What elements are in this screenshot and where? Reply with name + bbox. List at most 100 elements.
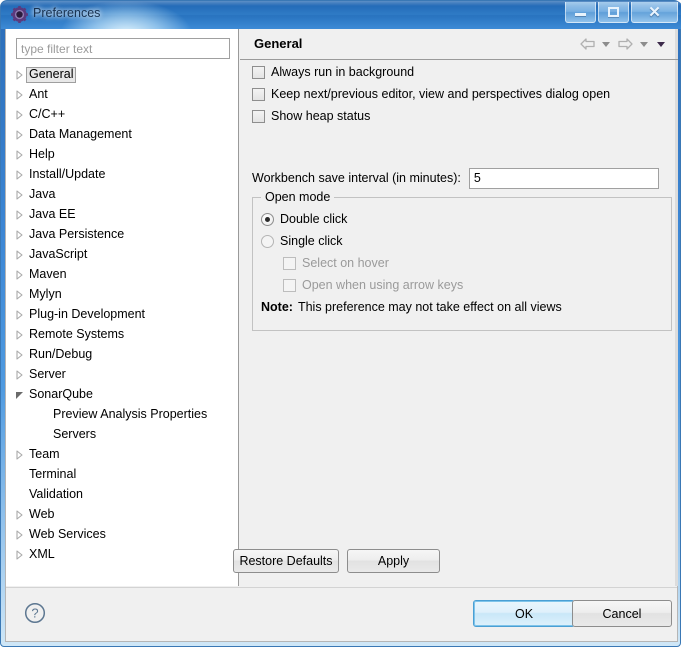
tree-item-label: Help (29, 147, 55, 162)
tree-item-data-management[interactable]: Data Management (6, 125, 238, 145)
svg-text:?: ? (31, 606, 38, 621)
tree-item-xml[interactable]: XML (6, 545, 238, 565)
tree-item-server[interactable]: Server (6, 365, 238, 385)
checkbox-row-2[interactable]: Show heap status (240, 105, 678, 127)
tree-expand-collapsed-icon[interactable] (12, 445, 26, 465)
tree-item-sonarqube[interactable]: SonarQube (6, 385, 238, 405)
checkbox-select-on-hover: Select on hover (253, 252, 671, 274)
tree-expand-collapsed-icon[interactable] (12, 105, 26, 125)
tree-expand-collapsed-icon[interactable] (12, 265, 26, 285)
minimize-icon[interactable] (565, 2, 596, 23)
open-mode-note: Note: This preference may not take effec… (253, 296, 671, 318)
tree-item-label: Web (29, 507, 55, 522)
open-mode-note-prefix: Note: (261, 300, 293, 314)
tree-item-label: Ant (29, 87, 48, 102)
checkbox-label-1: Keep next/previous editor, view and pers… (271, 86, 611, 101)
tree-item-mylyn[interactable]: Mylyn (6, 285, 238, 305)
tree-item-java[interactable]: Java (6, 185, 238, 205)
tree-expand-collapsed-icon[interactable] (12, 345, 26, 365)
tree-item-plug-in-development[interactable]: Plug-in Development (6, 305, 238, 325)
apply-button[interactable]: Apply (347, 549, 440, 573)
tree-item-java-ee[interactable]: Java EE (6, 205, 238, 225)
radio-single-click-indicator[interactable] (261, 234, 274, 248)
tree-item-web[interactable]: Web (6, 505, 238, 525)
tree-expand-collapsed-icon[interactable] (12, 185, 26, 205)
tree-item-java-persistence[interactable]: Java Persistence (6, 225, 238, 245)
tree-item-help[interactable]: Help (6, 145, 238, 165)
tree-expand-collapsed-icon[interactable] (12, 285, 26, 305)
title-bar[interactable]: Preferences ✕ (1, 1, 681, 29)
tree-item-label: Run/Debug (29, 347, 93, 362)
tree-item-ant[interactable]: Ant (6, 85, 238, 105)
tree-expand-collapsed-icon[interactable] (12, 165, 26, 185)
radio-double-click[interactable]: Double click (253, 208, 671, 230)
tree-item-c-c[interactable]: C/C++ (6, 105, 238, 125)
tree-expand-collapsed-icon[interactable] (12, 205, 26, 225)
tree-expand-collapsed-icon[interactable] (12, 85, 26, 105)
tree-item-label: Plug-in Development (29, 307, 146, 322)
checkbox-box-2[interactable] (252, 109, 265, 123)
tree-expand-expanded-icon[interactable] (12, 385, 26, 405)
radio-double-click-indicator[interactable] (261, 212, 274, 226)
tree-item-label: General (26, 67, 77, 83)
ok-button[interactable]: OK (473, 600, 575, 627)
radio-single-click-label: Single click (280, 233, 343, 248)
maximize-icon[interactable] (598, 2, 629, 23)
gear-icon[interactable] (11, 6, 28, 23)
tree-item-label: Remote Systems (29, 327, 125, 342)
radio-single-click[interactable]: Single click (253, 230, 671, 252)
cancel-button[interactable]: Cancel (572, 600, 672, 627)
checkbox-box-1[interactable] (252, 87, 265, 101)
restore-defaults-button[interactable]: Restore Defaults (233, 549, 339, 573)
tree-item-label: Maven (29, 267, 67, 282)
tree-item-javascript[interactable]: JavaScript (6, 245, 238, 265)
tree-item-label: Server (29, 367, 66, 382)
forward-menu-chevron-down-icon[interactable] (637, 36, 651, 52)
tree-expand-collapsed-icon[interactable] (12, 525, 26, 545)
tree-item-preview-analysis-properties[interactable]: Preview Analysis Properties (6, 405, 238, 425)
dialog-client-area: General Ant C/C++ Data Management Help Instal… (5, 29, 678, 642)
tree-item-terminal[interactable]: Terminal (6, 465, 238, 485)
tree-item-remote-systems[interactable]: Remote Systems (6, 325, 238, 345)
tree-item-label: Terminal (29, 467, 77, 482)
page-header: General (240, 29, 678, 60)
checkbox-box-0[interactable] (252, 65, 265, 79)
tree-item-label: Java EE (29, 207, 76, 222)
tree-expand-collapsed-icon[interactable] (12, 125, 26, 145)
tree-item-run-debug[interactable]: Run/Debug (6, 345, 238, 365)
tree-expand-collapsed-icon[interactable] (12, 325, 26, 345)
preference-tree[interactable]: General Ant C/C++ Data Management Help Instal… (6, 65, 238, 580)
tree-expand-collapsed-icon[interactable] (12, 505, 26, 525)
close-icon[interactable]: ✕ (631, 2, 678, 23)
tree-expand-collapsed-icon[interactable] (12, 225, 26, 245)
help-icon[interactable]: ? (24, 602, 46, 624)
tree-expand-collapsed-icon[interactable] (12, 245, 26, 265)
tree-expand-none (36, 425, 50, 445)
tree-item-install-update[interactable]: Install/Update (6, 165, 238, 185)
checkbox-label-2: Show heap status (271, 108, 371, 123)
tree-expand-collapsed-icon[interactable] (12, 305, 26, 325)
checkbox-row-1[interactable]: Keep next/previous editor, view and pers… (240, 83, 678, 105)
tree-item-label: Data Management (29, 127, 132, 142)
tree-item-validation[interactable]: Validation (6, 485, 238, 505)
tree-expand-collapsed-icon[interactable] (12, 145, 26, 165)
checkbox-open-arrow-keys-box (283, 278, 296, 292)
page-menu-chevron-down-icon[interactable] (654, 36, 668, 52)
general-options-list: Always run in background Keep next/previo… (240, 61, 678, 127)
tree-expand-collapsed-icon[interactable] (12, 365, 26, 385)
tree-expand-collapsed-icon[interactable] (12, 545, 26, 565)
tree-item-servers[interactable]: Servers (6, 425, 238, 445)
filter-input[interactable] (16, 38, 230, 59)
tree-item-team[interactable]: Team (6, 445, 238, 465)
open-mode-group: Open mode Double click Single click Sele… (252, 190, 672, 331)
back-arrow-icon[interactable] (578, 36, 596, 52)
forward-arrow-icon[interactable] (616, 36, 634, 52)
tree-item-maven[interactable]: Maven (6, 265, 238, 285)
workbench-save-interval-input[interactable] (468, 167, 659, 189)
tree-item-web-services[interactable]: Web Services (6, 525, 238, 545)
back-menu-chevron-down-icon[interactable] (599, 36, 613, 52)
workbench-save-interval-label: Workbench save interval (in minutes): (252, 171, 461, 185)
tree-expand-collapsed-icon[interactable] (12, 65, 26, 85)
tree-item-general[interactable]: General (6, 65, 238, 85)
checkbox-row-0[interactable]: Always run in background (240, 61, 678, 83)
